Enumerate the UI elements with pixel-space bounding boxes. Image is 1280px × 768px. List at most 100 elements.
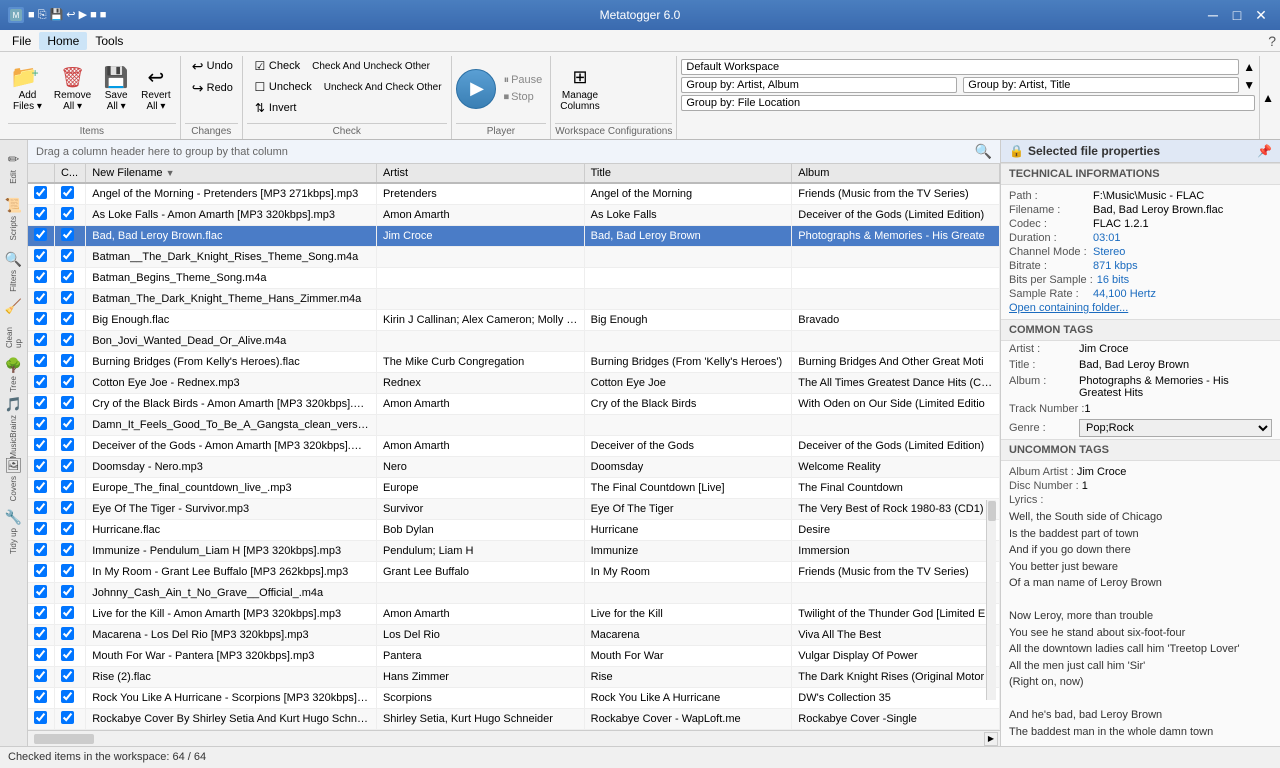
table-row[interactable]: Live for the Kill - Amon Amarth [MP3 320… xyxy=(28,604,1000,625)
row-cb-checkbox[interactable] xyxy=(61,648,74,661)
sidebar-item-edit[interactable]: ✏ Edit xyxy=(2,142,26,192)
col-title[interactable]: Title xyxy=(584,164,792,183)
redo-button[interactable]: ↪ Redo xyxy=(185,78,238,98)
sidebar-item-scripts[interactable]: 📜 Scripts xyxy=(2,194,26,244)
sidebar-item-musicbrainz[interactable]: 🎵 MusicBrainz xyxy=(2,402,26,452)
row-cb-checkbox[interactable] xyxy=(61,543,74,556)
row-cb-checkbox[interactable] xyxy=(61,396,74,409)
row-checkbox[interactable] xyxy=(34,249,47,262)
group-by-artist-album-dropdown[interactable]: Group by: Artist, Album xyxy=(681,77,957,93)
col-cb[interactable]: C... xyxy=(54,164,85,183)
row-checkbox[interactable] xyxy=(34,501,47,514)
table-row[interactable]: Batman__The_Dark_Knight_Rises_Theme_Song… xyxy=(28,247,1000,268)
table-container[interactable]: C... New Filename ▼ Artist Title Album A… xyxy=(28,164,1000,730)
row-checkbox[interactable] xyxy=(34,606,47,619)
row-cb-checkbox[interactable] xyxy=(61,459,74,472)
row-checkbox[interactable] xyxy=(34,480,47,493)
row-checkbox[interactable] xyxy=(34,186,47,199)
row-cb-checkbox[interactable] xyxy=(61,438,74,451)
sidebar-item-covers[interactable]: 🖼 Covers xyxy=(2,454,26,504)
horizontal-scrollbar[interactable]: ▶ xyxy=(28,730,1000,746)
row-checkbox[interactable] xyxy=(34,417,47,430)
row-cb-checkbox[interactable] xyxy=(61,627,74,640)
sidebar-item-filters[interactable]: 🔍 Filters xyxy=(2,246,26,296)
revert-all-button[interactable]: ↩ RevertAll ▾ xyxy=(136,62,175,115)
row-checkbox[interactable] xyxy=(34,312,47,325)
table-row[interactable]: Cotton Eye Joe - Rednex.mp3RednexCotton … xyxy=(28,373,1000,394)
table-row[interactable]: As Loke Falls - Amon Amarth [MP3 320kbps… xyxy=(28,205,1000,226)
table-row[interactable]: Burning Bridges (From Kelly's Heroes).fl… xyxy=(28,352,1000,373)
table-row[interactable]: Rockabye Cover By Shirley Setia And Kurt… xyxy=(28,709,1000,730)
row-cb-checkbox[interactable] xyxy=(61,228,74,241)
row-checkbox[interactable] xyxy=(34,438,47,451)
row-cb-checkbox[interactable] xyxy=(61,291,74,304)
row-cb-checkbox[interactable] xyxy=(61,585,74,598)
row-cb-checkbox[interactable] xyxy=(61,669,74,682)
col-artist[interactable]: Artist xyxy=(376,164,584,183)
row-checkbox[interactable] xyxy=(34,375,47,388)
row-checkbox[interactable] xyxy=(34,543,47,556)
row-cb-checkbox[interactable] xyxy=(61,270,74,283)
table-row[interactable]: Hurricane.flacBob DylanHurricaneDesire xyxy=(28,520,1000,541)
row-cb-checkbox[interactable] xyxy=(61,480,74,493)
table-row[interactable]: Batman_Begins_Theme_Song.m4a xyxy=(28,268,1000,289)
row-checkbox[interactable] xyxy=(34,291,47,304)
row-checkbox[interactable] xyxy=(34,207,47,220)
row-cb-checkbox[interactable] xyxy=(61,564,74,577)
workspace-down-button[interactable]: ▼ xyxy=(1243,78,1255,92)
sidebar-item-tidyup[interactable]: 🔧 Tidy up xyxy=(2,506,26,556)
row-checkbox[interactable] xyxy=(34,522,47,535)
row-checkbox[interactable] xyxy=(34,564,47,577)
workspace-up-button[interactable]: ▲ xyxy=(1243,60,1255,74)
row-checkbox[interactable] xyxy=(34,669,47,682)
table-row[interactable]: Cry of the Black Birds - Amon Amarth [MP… xyxy=(28,394,1000,415)
undo-button[interactable]: ↩ Undo xyxy=(185,56,238,76)
scroll-right-button[interactable]: ▶ xyxy=(984,732,998,746)
table-row[interactable]: Mouth For War - Pantera [MP3 320kbps].mp… xyxy=(28,646,1000,667)
table-row[interactable]: Immunize - Pendulum_Liam H [MP3 320kbps]… xyxy=(28,541,1000,562)
row-checkbox[interactable] xyxy=(34,354,47,367)
ribbon-collapse-button[interactable]: ▲ xyxy=(1262,91,1274,105)
row-cb-checkbox[interactable] xyxy=(61,207,74,220)
group-by-artist-title-dropdown[interactable]: Group by: Artist, Title xyxy=(963,77,1239,93)
table-row[interactable]: Batman_The_Dark_Knight_Theme_Hans_Zimmer… xyxy=(28,289,1000,310)
stop-button[interactable]: ⏹ Stop xyxy=(500,90,547,105)
workspace-dropdown[interactable]: Default Workspace xyxy=(681,59,1239,75)
scrollbar-thumb[interactable] xyxy=(34,734,94,744)
row-cb-checkbox[interactable] xyxy=(61,354,74,367)
invert-button[interactable]: ⇅ Invert xyxy=(247,98,302,118)
uncheck-and-check-other-button[interactable]: Uncheck And Check Other xyxy=(319,77,447,97)
open-folder-link[interactable]: Open containing folder... xyxy=(1009,302,1128,314)
row-cb-checkbox[interactable] xyxy=(61,501,74,514)
table-row[interactable]: Angel of the Morning - Pretenders [MP3 2… xyxy=(28,183,1000,205)
row-checkbox[interactable] xyxy=(34,648,47,661)
check-button[interactable]: ☑ Check xyxy=(247,56,305,76)
table-row[interactable]: Johnny_Cash_Ain_t_No_Grave__Official_.m4… xyxy=(28,583,1000,604)
table-row[interactable]: Eye Of The Tiger - Survivor.mp3SurvivorE… xyxy=(28,499,1000,520)
table-row[interactable]: Damn_It_Feels_Good_To_Be_A_Gangsta_clean… xyxy=(28,415,1000,436)
row-checkbox[interactable] xyxy=(34,270,47,283)
uncheck-button[interactable]: ☐ Uncheck xyxy=(247,77,317,97)
row-cb-checkbox[interactable] xyxy=(61,375,74,388)
help-button[interactable]: ? xyxy=(1268,33,1276,49)
panel-pin-icon[interactable]: 📌 xyxy=(1257,144,1272,158)
table-row[interactable]: Rise (2).flacHans ZimmerRiseThe Dark Kni… xyxy=(28,667,1000,688)
row-cb-checkbox[interactable] xyxy=(61,711,74,724)
sidebar-item-tree[interactable]: 🌳 Tree xyxy=(2,350,26,400)
table-row[interactable]: Macarena - Los Del Rio [MP3 320kbps].mp3… xyxy=(28,625,1000,646)
pause-button[interactable]: ⏸ Pause xyxy=(500,73,547,88)
row-checkbox[interactable] xyxy=(34,627,47,640)
row-cb-checkbox[interactable] xyxy=(61,690,74,703)
row-checkbox[interactable] xyxy=(34,690,47,703)
row-checkbox[interactable] xyxy=(34,228,47,241)
row-cb-checkbox[interactable] xyxy=(61,522,74,535)
row-checkbox[interactable] xyxy=(34,459,47,472)
save-all-button[interactable]: 💾 SaveAll ▾ xyxy=(98,62,134,115)
row-cb-checkbox[interactable] xyxy=(61,417,74,430)
col-check[interactable] xyxy=(28,164,54,183)
row-checkbox[interactable] xyxy=(34,711,47,724)
manage-columns-button[interactable]: ⊞ ManageColumns xyxy=(555,62,604,115)
table-row[interactable]: Bad, Bad Leroy Brown.flacJim CroceBad, B… xyxy=(28,226,1000,247)
col-filename[interactable]: New Filename ▼ xyxy=(86,164,377,183)
table-row[interactable]: Deceiver of the Gods - Amon Amarth [MP3 … xyxy=(28,436,1000,457)
